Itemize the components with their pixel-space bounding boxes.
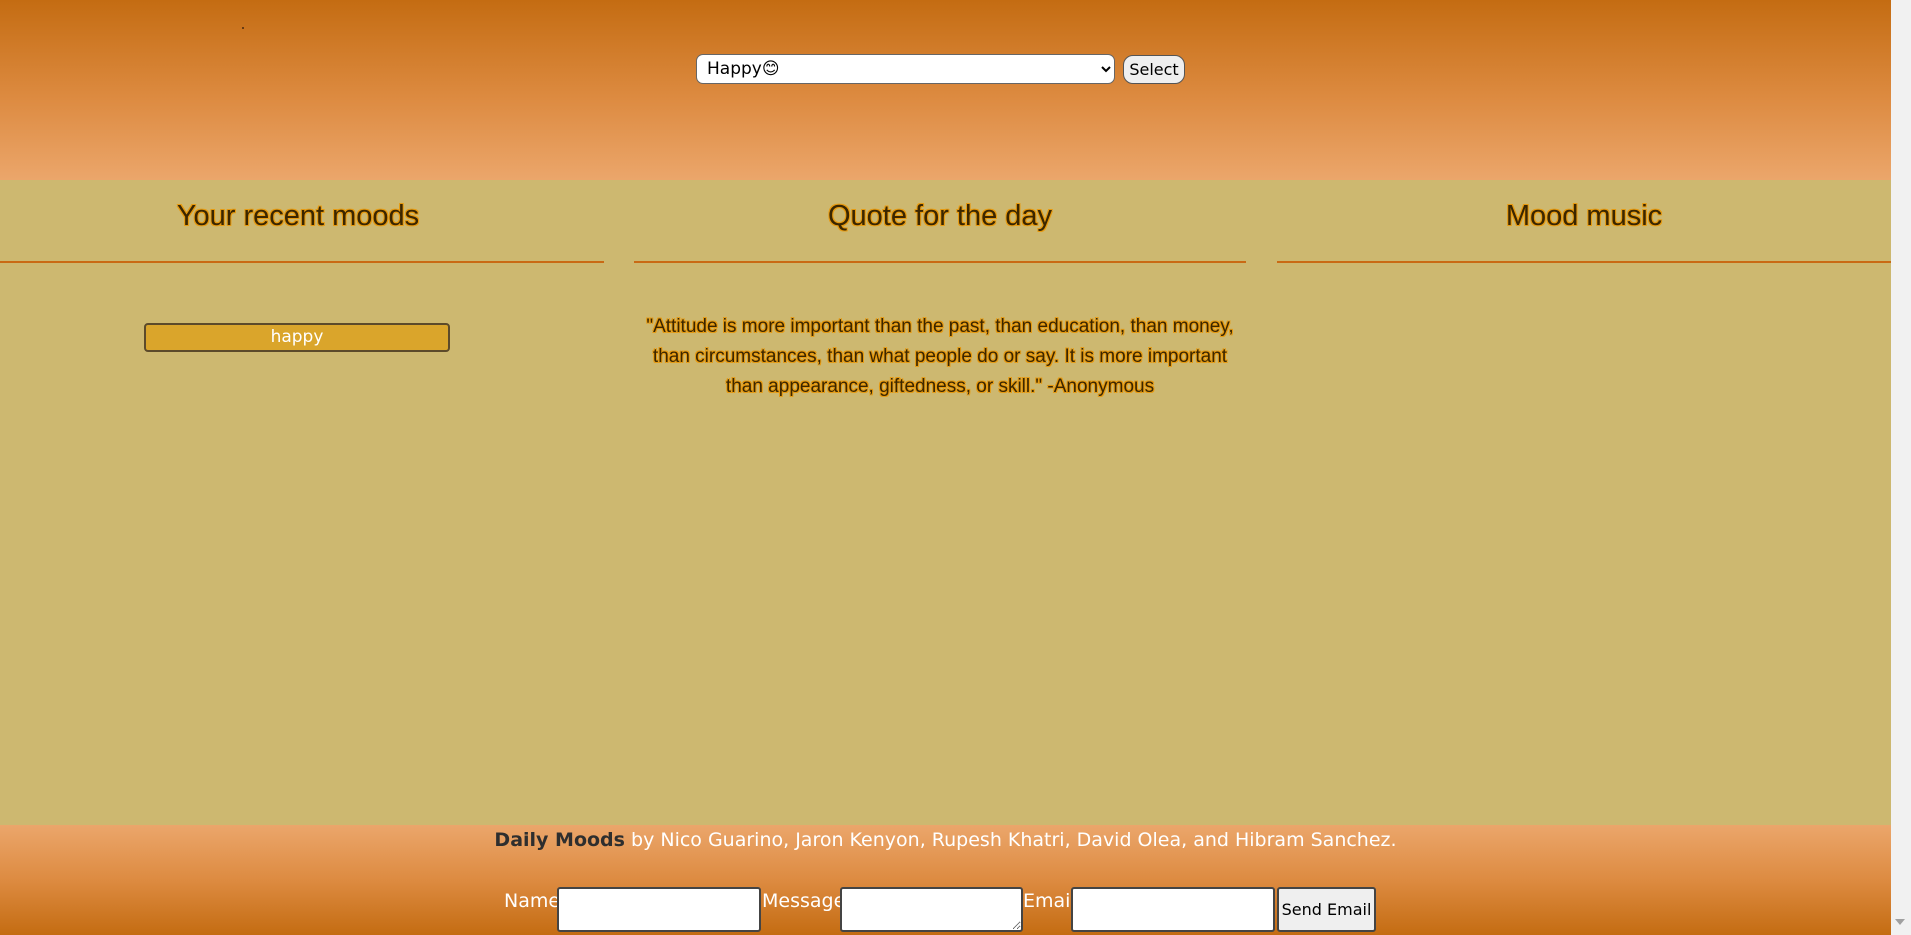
app-name: Daily Moods bbox=[494, 829, 625, 851]
quote-divider bbox=[634, 261, 1246, 263]
page: Happy😊 Select Your recent moods happy Qu… bbox=[0, 0, 1891, 935]
recent-mood-item[interactable]: happy bbox=[144, 323, 450, 352]
send-email-button[interactable]: Send Email bbox=[1277, 887, 1376, 932]
message-label: Message bbox=[762, 890, 846, 912]
quote-title: Quote for the day bbox=[827, 200, 1053, 232]
recent-moods-divider bbox=[0, 261, 604, 263]
scroll-down-arrow-icon[interactable] bbox=[1895, 919, 1905, 925]
credits-authors: by Nico Guarino, Jaron Kenyon, Rupesh Kh… bbox=[624, 829, 1397, 851]
mood-music-title: Mood music bbox=[1505, 200, 1663, 232]
email-label: Email bbox=[1023, 890, 1076, 912]
email-input[interactable] bbox=[1071, 887, 1275, 932]
quote-text: "Attitude is more important than the pas… bbox=[646, 316, 1234, 397]
select-button[interactable]: Select bbox=[1123, 55, 1185, 84]
name-input[interactable] bbox=[557, 887, 761, 932]
main-content: Your recent moods happy Quote for the da… bbox=[0, 180, 1891, 825]
footer: Daily Moods by Nico Guarino, Jaron Kenyo… bbox=[0, 825, 1891, 935]
name-label: Name bbox=[504, 890, 561, 912]
message-textarea[interactable] bbox=[840, 887, 1023, 932]
vertical-scrollbar[interactable] bbox=[1891, 0, 1911, 935]
recent-moods-title: Your recent moods bbox=[176, 200, 420, 232]
mood-select[interactable]: Happy😊 bbox=[696, 54, 1115, 84]
footer-credits: Daily Moods by Nico Guarino, Jaron Kenyo… bbox=[0, 829, 1891, 851]
header: Happy😊 Select bbox=[0, 0, 1891, 180]
mood-music-divider bbox=[1277, 261, 1891, 263]
stray-dot bbox=[242, 27, 244, 29]
